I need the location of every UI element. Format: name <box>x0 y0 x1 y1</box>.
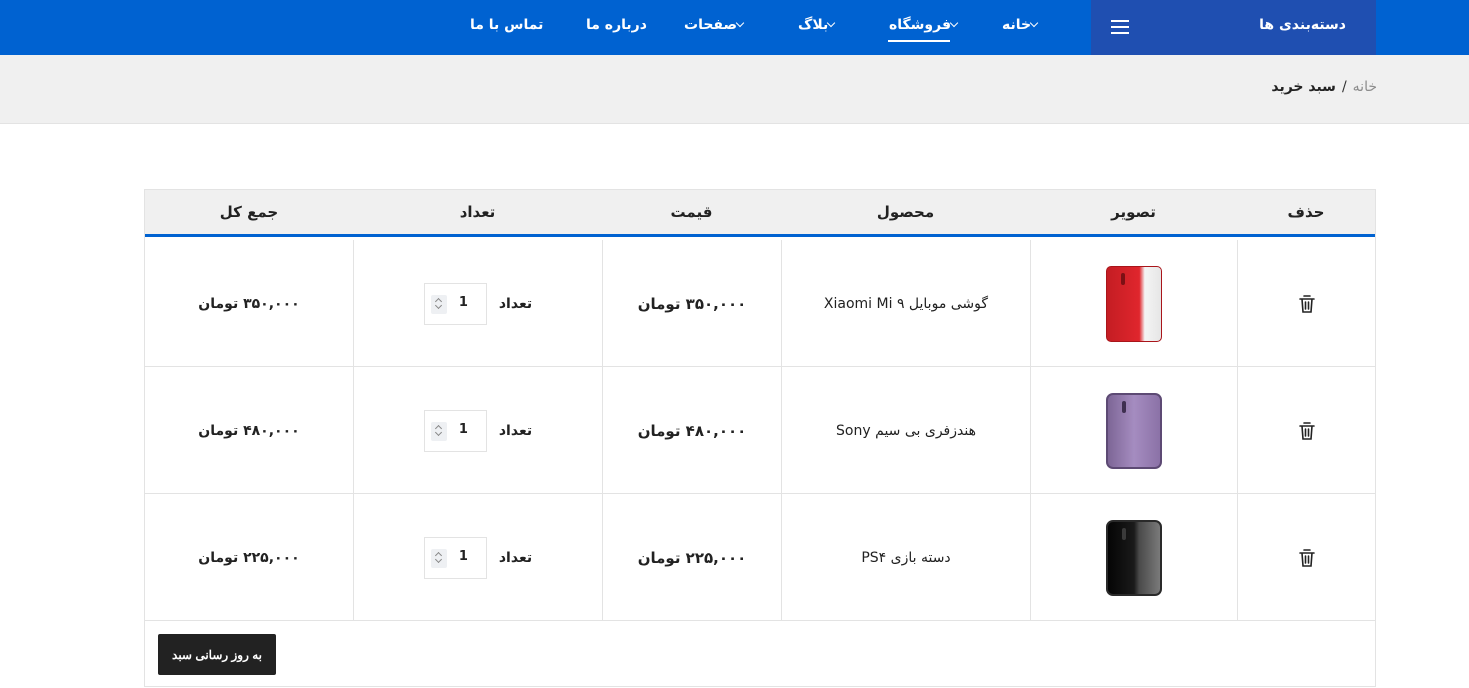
breadcrumb-strip: خانه / سبد خرید <box>0 55 1469 124</box>
quantity-cell: تعداد 1 <box>353 494 602 621</box>
quantity-value[interactable]: 1 <box>459 295 468 310</box>
chevron-down-icon <box>735 18 745 28</box>
table-row: دسته بازی PS۴ ۲۲۵,۰۰۰ تومان تعداد 1 ۲۲۵,… <box>145 494 1375 621</box>
remove-cell <box>1237 494 1375 621</box>
product-image-black-phone[interactable] <box>1106 519 1162 596</box>
product-cell: هندزفری بی سیم Sony <box>781 367 1030 494</box>
header-price: قیمت <box>670 203 713 221</box>
table-row: هندزفری بی سیم Sony ۴۸۰,۰۰۰ تومان تعداد … <box>145 367 1375 494</box>
quantity-cell: تعداد 1 <box>353 367 602 494</box>
product-name-link[interactable]: گوشی موبایل Xiaomi Mi ۹ <box>824 296 988 312</box>
breadcrumb: خانه / سبد خرید <box>1271 79 1377 95</box>
hamburger-icon <box>1111 20 1129 34</box>
spinner-arrows-icon[interactable] <box>430 548 447 568</box>
header-remove: حذف <box>1287 203 1325 221</box>
image-cell <box>1030 367 1237 494</box>
quantity-value[interactable]: 1 <box>459 549 468 564</box>
total-cell: ۲۲۵,۰۰۰ تومان <box>145 494 353 621</box>
nav-active-indicator <box>888 40 950 42</box>
chevron-down-icon <box>1029 18 1039 28</box>
spinner-arrows-icon[interactable] <box>430 294 447 314</box>
quantity-label: تعداد <box>498 295 533 312</box>
nav-item-label: صفحات <box>684 17 738 33</box>
image-cell <box>1030 494 1237 621</box>
price-cell: ۳۵۰,۰۰۰ تومان <box>602 240 781 367</box>
price-cell: ۲۲۵,۰۰۰ تومان <box>602 494 781 621</box>
row-total: ۳۵۰,۰۰۰ تومان <box>198 295 300 312</box>
product-cell: دسته بازی PS۴ <box>781 494 1030 621</box>
nav-item-label: فروشگاه <box>889 17 952 33</box>
image-cell <box>1030 240 1237 367</box>
quantity-control: تعداد 1 <box>423 536 533 579</box>
product-cell: گوشی موبایل Xiaomi Mi ۹ <box>781 240 1030 367</box>
spinner-arrows-icon[interactable] <box>430 421 447 441</box>
header-product: محصول <box>876 203 935 221</box>
price-cell: ۴۸۰,۰۰۰ تومان <box>602 367 781 494</box>
camera-icon <box>1122 527 1126 540</box>
product-image-purple-phone[interactable] <box>1106 392 1162 469</box>
remove-cell <box>1237 240 1375 367</box>
cart-table: حذف تصویر محصول قیمت تعداد جمع کل گوشی م… <box>144 189 1376 687</box>
quantity-control: تعداد 1 <box>423 409 533 452</box>
nav-item-blog[interactable]: بلاگ <box>798 17 840 33</box>
product-name-link[interactable]: دسته بازی PS۴ <box>861 550 950 566</box>
quantity-label: تعداد <box>498 549 533 566</box>
cart-table-header: حذف تصویر محصول قیمت تعداد جمع کل <box>145 190 1375 237</box>
total-cell: ۴۸۰,۰۰۰ تومان <box>145 367 353 494</box>
breadcrumb-current: سبد خرید <box>1271 79 1336 95</box>
update-cart-button[interactable]: به روز رسانی سبد <box>158 634 276 675</box>
nav-item-contact[interactable]: تماس با ما <box>470 17 543 33</box>
quantity-stepper[interactable]: 1 <box>423 282 487 325</box>
quantity-cell: تعداد 1 <box>353 240 602 367</box>
quantity-stepper[interactable]: 1 <box>423 409 487 452</box>
product-image-red-phone[interactable] <box>1106 265 1162 342</box>
row-total: ۴۸۰,۰۰۰ تومان <box>198 422 300 439</box>
nav-item-label: بلاگ <box>798 17 829 33</box>
product-price: ۴۸۰,۰۰۰ تومان <box>637 421 747 440</box>
header-image: تصویر <box>1111 203 1156 221</box>
categories-label: دسته‌بندی ها <box>1259 17 1346 33</box>
header-quantity: تعداد <box>459 203 496 221</box>
nav-item-about[interactable]: درباره ما <box>586 17 647 33</box>
product-price: ۲۲۵,۰۰۰ تومان <box>637 548 747 567</box>
nav-item-pages[interactable]: صفحات <box>684 17 749 33</box>
breadcrumb-home-link[interactable]: خانه <box>1353 79 1377 95</box>
trash-icon[interactable] <box>1298 548 1315 567</box>
table-row: گوشی موبایل Xiaomi Mi ۹ ۳۵۰,۰۰۰ تومان تع… <box>145 240 1375 367</box>
trash-icon[interactable] <box>1298 421 1315 440</box>
remove-cell <box>1237 367 1375 494</box>
quantity-value[interactable]: 1 <box>459 422 468 437</box>
chevron-down-icon <box>826 18 836 28</box>
total-cell: ۳۵۰,۰۰۰ تومان <box>145 240 353 367</box>
categories-menu-button[interactable]: دسته‌بندی ها <box>1091 0 1376 55</box>
product-price: ۳۵۰,۰۰۰ تومان <box>637 294 747 313</box>
nav-item-shop[interactable]: فروشگاه <box>889 17 963 33</box>
nav-item-label: خانه <box>1002 17 1032 33</box>
breadcrumb-separator: / <box>1341 79 1347 95</box>
product-name-link[interactable]: هندزفری بی سیم Sony <box>836 423 976 439</box>
quantity-control: تعداد 1 <box>423 282 533 325</box>
camera-icon <box>1121 272 1125 285</box>
top-navigation-bar: دسته‌بندی ها خانه فروشگاه بلاگ صفحات درب… <box>0 0 1469 55</box>
nav-item-home[interactable]: خانه <box>1002 17 1043 33</box>
trash-icon[interactable] <box>1298 294 1315 313</box>
camera-icon <box>1122 400 1126 413</box>
row-total: ۲۲۵,۰۰۰ تومان <box>198 549 300 566</box>
header-total: جمع کل <box>219 203 279 221</box>
quantity-stepper[interactable]: 1 <box>423 536 487 579</box>
chevron-down-icon <box>949 18 959 28</box>
quantity-label: تعداد <box>498 422 533 439</box>
